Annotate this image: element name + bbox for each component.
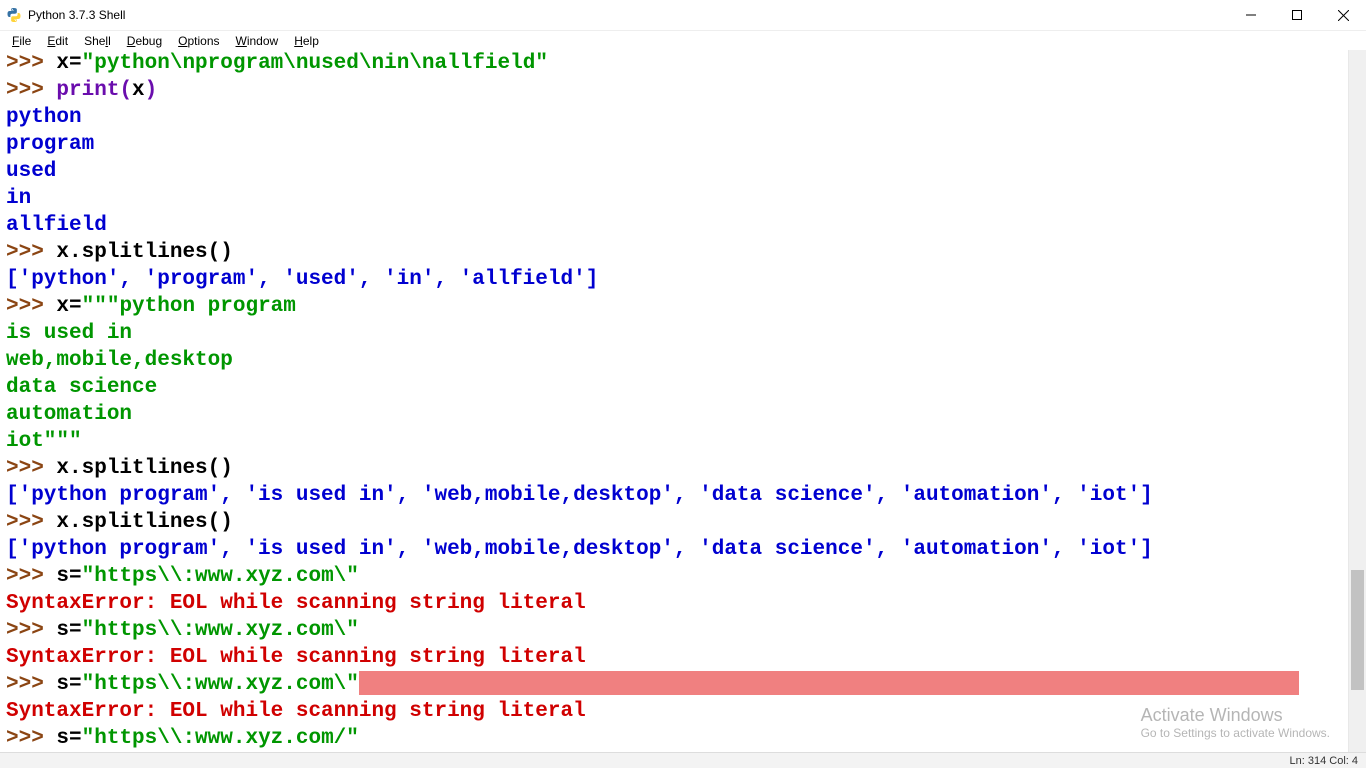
output-text: ['python', 'program', 'used', 'in', 'all…	[6, 268, 598, 291]
paren-close: )	[145, 79, 158, 102]
error-text: SyntaxError: EOL while scanning string l…	[6, 700, 586, 723]
vertical-scrollbar[interactable]	[1348, 50, 1366, 752]
code-text: x=	[56, 295, 81, 318]
menu-debug[interactable]: Debug	[121, 32, 168, 50]
code-text: s=	[56, 727, 81, 750]
menu-help[interactable]: Help	[288, 32, 325, 50]
menu-options[interactable]: Options	[172, 32, 225, 50]
menu-shell[interactable]: Shell	[78, 32, 117, 50]
prompt: >>>	[6, 241, 56, 264]
scroll-thumb[interactable]	[1351, 570, 1364, 690]
string-literal: """python program	[82, 295, 296, 318]
shell-text[interactable]: >>> x="python\nprogram\nused\nin\nallfie…	[0, 50, 1366, 752]
code-text: s=	[56, 619, 81, 642]
string-literal: "https\\:www.xyz.com\"	[82, 673, 359, 696]
prompt: >>>	[6, 457, 56, 480]
cursor-position: Ln: 314 Col: 4	[1290, 755, 1359, 767]
code-text: x=	[56, 52, 81, 75]
menu-file[interactable]: File	[6, 32, 37, 50]
window-title: Python 3.7.3 Shell	[28, 8, 125, 22]
string-literal: "https\\:www.xyz.com\"	[82, 619, 359, 642]
python-icon	[6, 7, 22, 23]
string-literal: "https\\:www.xyz.com/"	[82, 727, 359, 750]
string-literal: "python\nprogram\nused\nin\nallfield"	[82, 52, 548, 75]
code-text: s=	[56, 565, 81, 588]
prompt: >>>	[6, 619, 56, 642]
minimize-button[interactable]	[1228, 0, 1274, 30]
prompt: >>>	[6, 52, 56, 75]
status-bar: Ln: 314 Col: 4	[0, 752, 1366, 768]
builtin-call: print	[56, 79, 119, 102]
error-text: SyntaxError: EOL while scanning string l…	[6, 592, 586, 615]
title-bar: Python 3.7.3 Shell	[0, 0, 1366, 31]
selection-highlight	[359, 671, 1299, 695]
string-literal-continued: is used in web,mobile,desktop data scien…	[6, 322, 233, 453]
menu-window[interactable]: Window	[230, 32, 285, 50]
prompt: >>>	[6, 79, 56, 102]
code-text: x.splitlines()	[56, 511, 232, 534]
prompt: >>>	[6, 727, 56, 750]
string-literal: "https\\:www.xyz.com\"	[82, 565, 359, 588]
error-text: SyntaxError: EOL while scanning string l…	[6, 646, 586, 669]
menu-edit[interactable]: Edit	[41, 32, 74, 50]
paren-open: (	[119, 79, 132, 102]
prompt: >>>	[6, 511, 56, 534]
output-text: ['python program', 'is used in', 'web,mo…	[6, 538, 1153, 561]
code-text: x.splitlines()	[56, 241, 232, 264]
maximize-button[interactable]	[1274, 0, 1320, 30]
prompt: >>>	[6, 565, 56, 588]
menu-bar: File Edit Shell Debug Options Window Hel…	[0, 31, 1366, 52]
output-text: python program used in allfield	[6, 106, 107, 237]
shell-content-area[interactable]: >>> x="python\nprogram\nused\nin\nallfie…	[0, 50, 1366, 752]
code-text: s=	[56, 673, 81, 696]
code-text: x.splitlines()	[56, 457, 232, 480]
prompt: >>>	[6, 673, 56, 696]
output-text: ['python program', 'is used in', 'web,mo…	[6, 484, 1153, 507]
arg: x	[132, 79, 145, 102]
prompt: >>>	[6, 295, 56, 318]
window-controls	[1228, 0, 1366, 30]
close-button[interactable]	[1320, 0, 1366, 30]
